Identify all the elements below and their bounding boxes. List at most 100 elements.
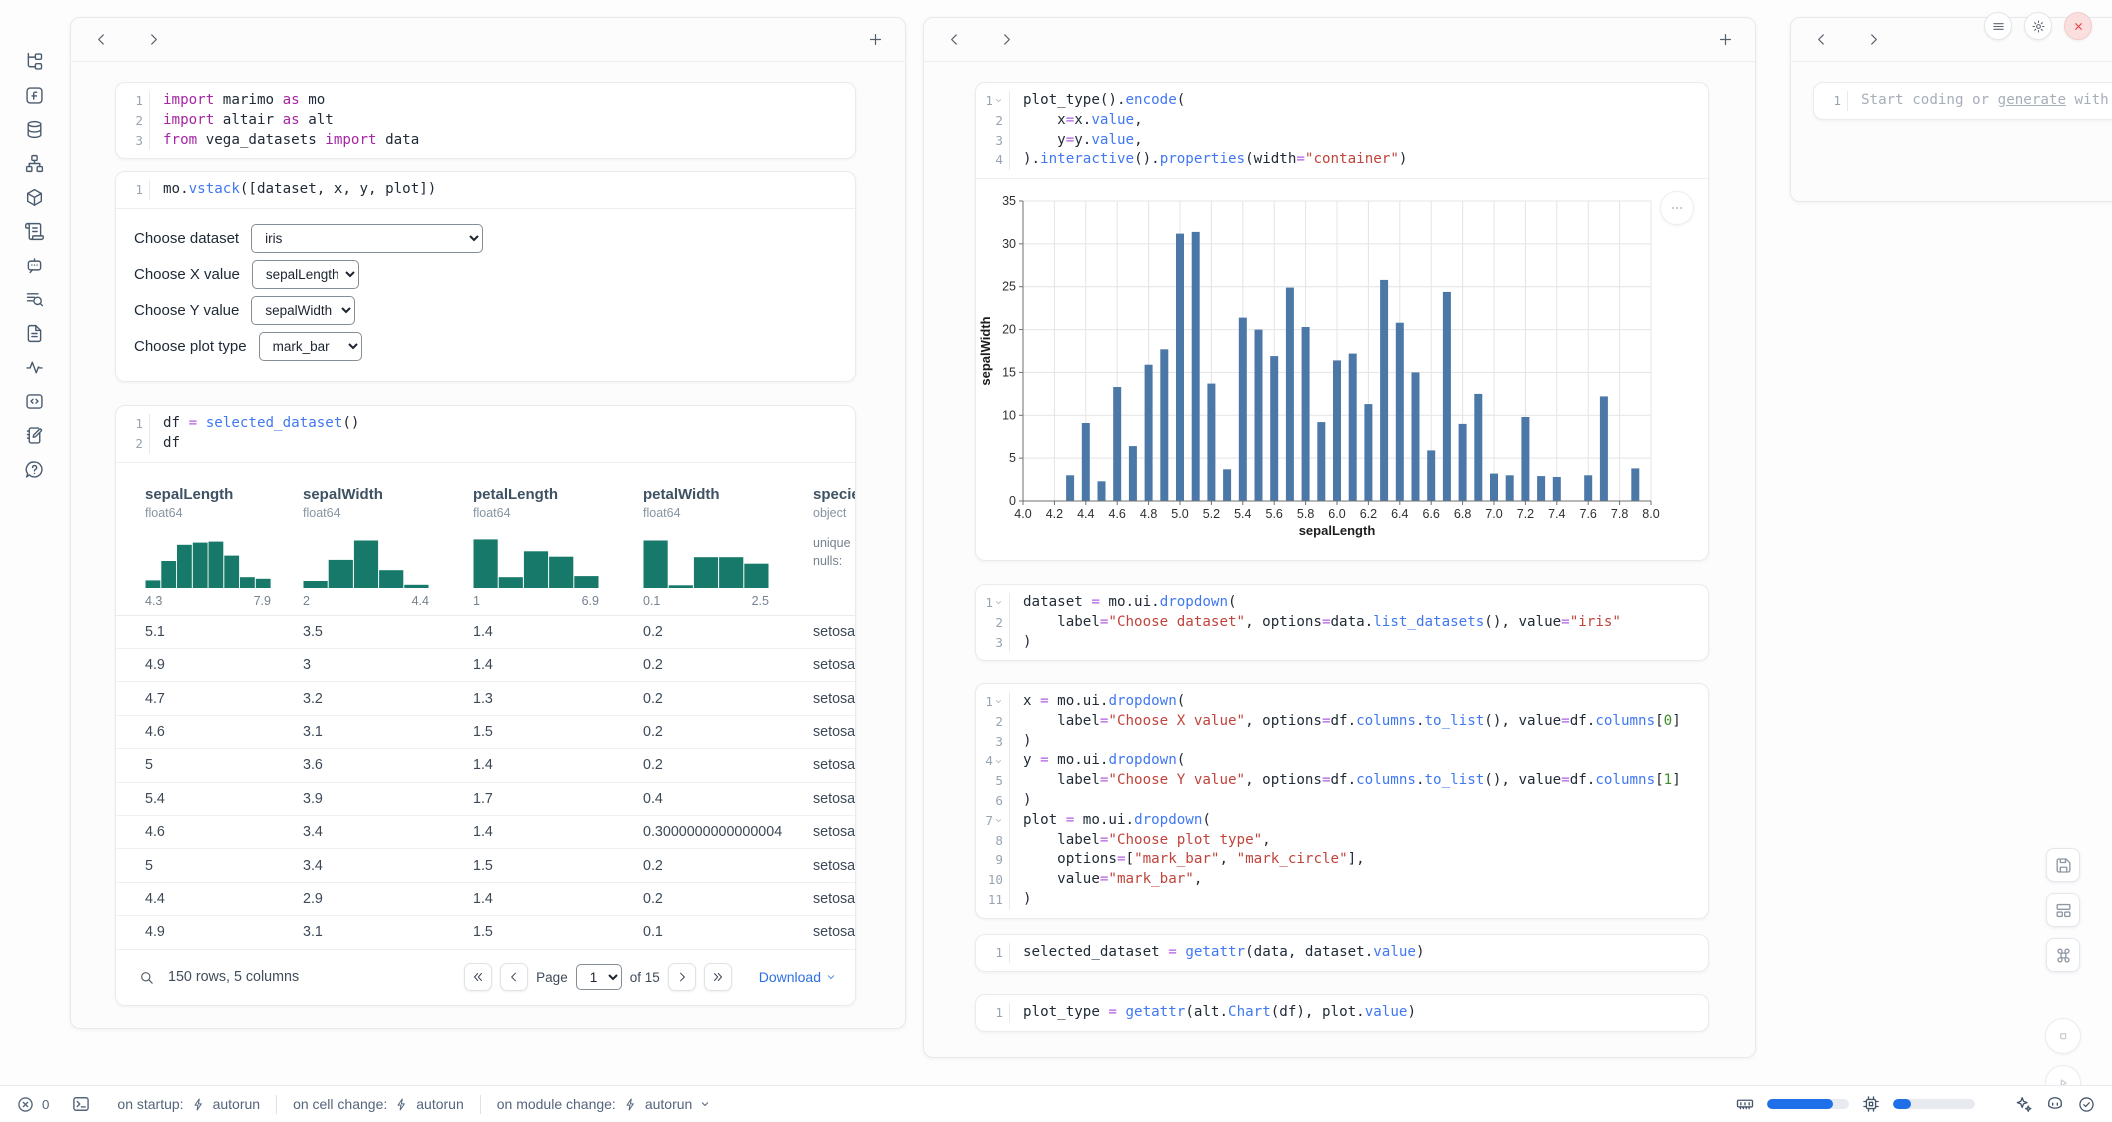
code-editor[interactable]: 1plot_type = getattr(alt.Chart(df), plot…: [976, 995, 1708, 1031]
choose-y-value-select[interactable]: sepalWidth: [251, 296, 355, 325]
sidebar-packages-button[interactable]: [19, 182, 49, 212]
ai-assistant-button[interactable]: [2013, 1094, 2033, 1114]
page-select[interactable]: 1: [576, 964, 622, 990]
code-editor[interactable]: 1selected_dataset = getattr(data, datase…: [976, 935, 1708, 971]
stop-button[interactable]: [2045, 1018, 2081, 1054]
column-name[interactable]: petalWidth: [643, 486, 801, 503]
sidebar-help-button[interactable]: [19, 454, 49, 484]
line-number: 1: [976, 593, 1010, 613]
chart-menu-button[interactable]: [1660, 191, 1694, 225]
code-editor[interactable]: 1df = selected_dataset()2df: [116, 406, 855, 462]
first-page-button[interactable]: [464, 963, 492, 991]
code-line: 4).interactive().properties(width="conta…: [976, 150, 1708, 170]
table-search-button[interactable]: [138, 969, 155, 986]
chevron-down-icon: [994, 598, 1003, 607]
ram-icon: [1735, 1094, 1755, 1114]
bar: [1207, 384, 1215, 501]
column-name[interactable]: sepalWidth: [303, 486, 461, 503]
bar: [1160, 349, 1168, 501]
terminal-button[interactable]: [71, 1094, 91, 1114]
command-icon: [2054, 946, 2073, 965]
chevron-right-icon: [145, 31, 162, 48]
control-label: Choose dataset: [134, 230, 239, 247]
sidebar-functions-button[interactable]: [19, 80, 49, 110]
line-number: 1: [1814, 91, 1848, 111]
menu-button[interactable]: [1984, 12, 2012, 40]
scroll-right-button[interactable]: [994, 28, 1018, 52]
bar: [1631, 469, 1639, 502]
fold-chevron-icon[interactable]: [994, 757, 1003, 766]
sidebar-list-search-button[interactable]: [19, 284, 49, 314]
sidebar-dependency-graph-button[interactable]: [19, 148, 49, 178]
choose-plot-type-select[interactable]: mark_bar: [259, 332, 362, 361]
connection-status-button[interactable]: [2077, 1095, 2096, 1114]
scroll-left-button[interactable]: [1809, 28, 1833, 52]
bar: [1443, 292, 1451, 501]
scroll-right-button[interactable]: [141, 28, 165, 52]
sidebar-logs-button[interactable]: [19, 216, 49, 246]
bar: [1380, 280, 1388, 501]
line-number: 1: [116, 91, 150, 111]
line-number: 2: [116, 434, 150, 454]
svg-text:5.6: 5.6: [1266, 507, 1283, 521]
svg-text:30: 30: [1002, 237, 1016, 251]
last-page-button[interactable]: [704, 963, 732, 991]
fold-chevron-icon[interactable]: [994, 598, 1003, 607]
next-page-button[interactable]: [668, 963, 696, 991]
code-editor[interactable]: 1dataset = mo.ui.dropdown(2 label="Choos…: [976, 585, 1708, 660]
scroll-left-button[interactable]: [89, 28, 113, 52]
bar: [1270, 356, 1278, 501]
runtime-setting[interactable]: on module change:autorun: [497, 1096, 712, 1112]
line-number: 3: [976, 732, 1010, 752]
scroll-left-button[interactable]: [942, 28, 966, 52]
logs-icon: [24, 221, 45, 242]
runtime-setting[interactable]: on startup:autorun: [117, 1096, 260, 1112]
scroll-right-button[interactable]: [1861, 28, 1885, 52]
add-cell-button[interactable]: [863, 28, 887, 52]
sidebar-file-tree-button[interactable]: [19, 46, 49, 76]
sidebar-scratchpad-button[interactable]: [19, 420, 49, 450]
sidebar-tracing-button[interactable]: [19, 352, 49, 382]
save-button[interactable]: [2046, 848, 2080, 882]
sidebar-snippets-button[interactable]: [19, 386, 49, 416]
sidebar-chat-button[interactable]: [19, 250, 49, 280]
command-button[interactable]: [2046, 938, 2080, 972]
code-editor[interactable]: 1x = mo.ui.dropdown(2 label="Choose X va…: [976, 684, 1708, 918]
error-indicator[interactable]: 0: [16, 1095, 49, 1114]
fold-chevron-icon[interactable]: [994, 816, 1003, 825]
altair-chart-host[interactable]: 4.04.24.44.64.85.05.25.45.65.86.06.26.46…: [976, 183, 1708, 560]
layout-button[interactable]: [2046, 893, 2080, 927]
choose-x-value-select[interactable]: sepalLength: [252, 260, 359, 289]
code-editor[interactable]: 1mo.vstack([dataset, x, y, plot]): [116, 172, 855, 208]
help-icon: [24, 459, 45, 480]
bar: [1490, 474, 1498, 501]
code-editor[interactable]: 1import marimo as mo2import altair as al…: [116, 83, 855, 158]
runtime-setting[interactable]: on cell change:autorun: [293, 1096, 464, 1112]
scratch-editor[interactable]: 1 Start coding or generate with AI: [1814, 83, 2112, 119]
code-editor[interactable]: 1plot_type().encode(2 x=x.value,3 y=y.va…: [976, 83, 1708, 178]
column-name[interactable]: species: [813, 486, 856, 503]
copilot-button[interactable]: [2045, 1094, 2065, 1114]
chevron-down-icon: [994, 757, 1003, 766]
chevron-left-icon: [946, 31, 963, 48]
pagination: Page 1 of 15: [464, 963, 732, 991]
bar: [1412, 373, 1420, 502]
altair-bar-chart[interactable]: 4.04.24.44.64.85.05.25.45.65.86.06.26.46…: [976, 183, 1709, 555]
column-range: 16.9: [473, 594, 599, 608]
generate-link[interactable]: generate: [1998, 92, 2066, 108]
table-footer: 150 rows, 5 columns Page 1 of 15 Downloa…: [116, 950, 856, 1005]
bar: [1176, 234, 1184, 501]
column-name[interactable]: sepalLength: [145, 486, 303, 503]
gear-button[interactable]: [2024, 12, 2052, 40]
close-button[interactable]: [2064, 12, 2092, 40]
fold-chevron-icon[interactable]: [994, 697, 1003, 706]
prev-page-button[interactable]: [500, 963, 528, 991]
bar: [1129, 446, 1137, 501]
sidebar-database-button[interactable]: [19, 114, 49, 144]
fold-chevron-icon[interactable]: [994, 96, 1003, 105]
download-button[interactable]: Download: [759, 969, 837, 985]
choose-dataset-select[interactable]: iris: [251, 224, 483, 253]
sidebar-documentation-button[interactable]: [19, 318, 49, 348]
column-name[interactable]: petalLength: [473, 486, 631, 503]
add-cell-button[interactable]: [1713, 28, 1737, 52]
